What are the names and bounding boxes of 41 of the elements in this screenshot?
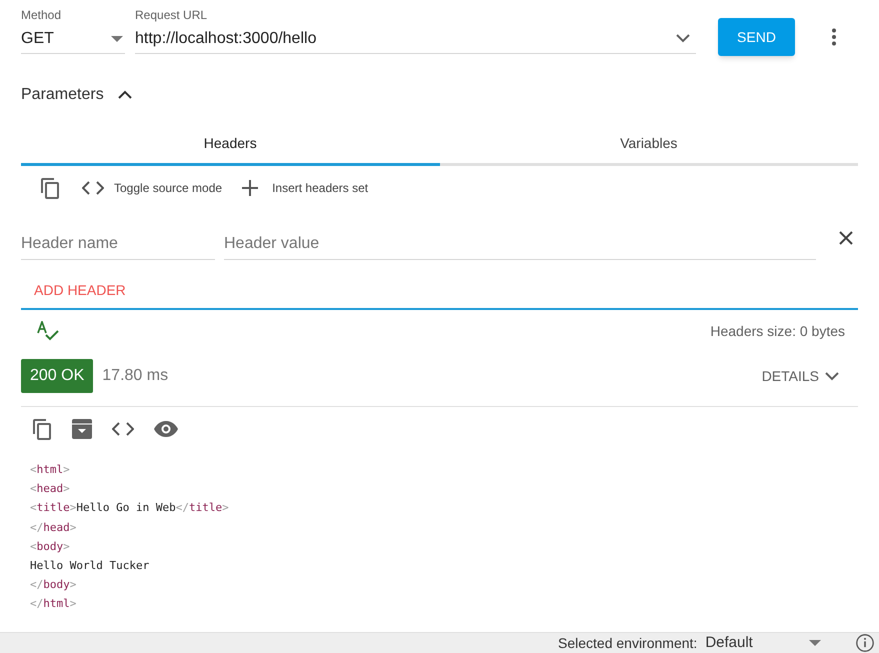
toggle-source-button[interactable]: Toggle source mode bbox=[82, 179, 222, 197]
code-line: <head> bbox=[30, 481, 71, 498]
code-line: </head> bbox=[30, 520, 78, 536]
url-field[interactable]: http://localhost:3000/hello bbox=[135, 24, 696, 54]
code-line: <html> bbox=[30, 462, 71, 478]
chevron-up-icon[interactable] bbox=[118, 90, 132, 100]
tab[interactable]: Headers bbox=[21, 124, 440, 166]
copy-icon[interactable] bbox=[32, 418, 52, 440]
method-dropdown[interactable]: GET bbox=[21, 24, 125, 54]
code-line: Hello World Tucker bbox=[30, 558, 150, 574]
chevron-down-icon[interactable] bbox=[676, 34, 690, 43]
close-icon[interactable] bbox=[839, 231, 853, 245]
code-line: </html> bbox=[30, 596, 78, 612]
chevron-down-icon bbox=[825, 372, 839, 380]
code-line: <title>Hello Go in Web</title> bbox=[30, 500, 230, 516]
spellcheck-icon[interactable] bbox=[36, 321, 60, 341]
status-badge: 200 OK bbox=[21, 359, 94, 393]
eye-icon[interactable] bbox=[154, 421, 178, 437]
headers-size-text: Headers size: 0 bytes bbox=[710, 322, 845, 341]
code-line: <body> bbox=[30, 538, 71, 555]
code-line: </body> bbox=[30, 577, 78, 594]
copy-icon[interactable] bbox=[40, 177, 60, 199]
plus-icon bbox=[242, 180, 258, 196]
info-icon[interactable] bbox=[856, 634, 874, 652]
header-value-field[interactable]: Header value bbox=[224, 228, 816, 260]
environment-label: Selected environment: bbox=[558, 634, 698, 652]
dropdown-caret-icon bbox=[808, 640, 821, 646]
insert-headers-button[interactable]: Insert headers set bbox=[242, 179, 368, 197]
method-label: Method bbox=[21, 7, 62, 24]
header-name-field[interactable]: Header name bbox=[21, 228, 215, 260]
code-icon[interactable] bbox=[112, 422, 134, 436]
environment-dropdown[interactable]: Default bbox=[705, 632, 821, 653]
url-label: Request URL bbox=[135, 7, 208, 24]
parameters-title: Parameters bbox=[21, 85, 104, 105]
details-button[interactable]: DETAILS bbox=[762, 366, 839, 386]
download-box-icon[interactable] bbox=[72, 419, 92, 439]
more-options-icon[interactable] bbox=[831, 28, 837, 46]
tab[interactable]: Variables bbox=[440, 124, 858, 166]
response-time: 17.80 ms bbox=[102, 366, 168, 386]
code-icon bbox=[82, 181, 104, 195]
dropdown-caret-icon[interactable] bbox=[111, 36, 123, 42]
